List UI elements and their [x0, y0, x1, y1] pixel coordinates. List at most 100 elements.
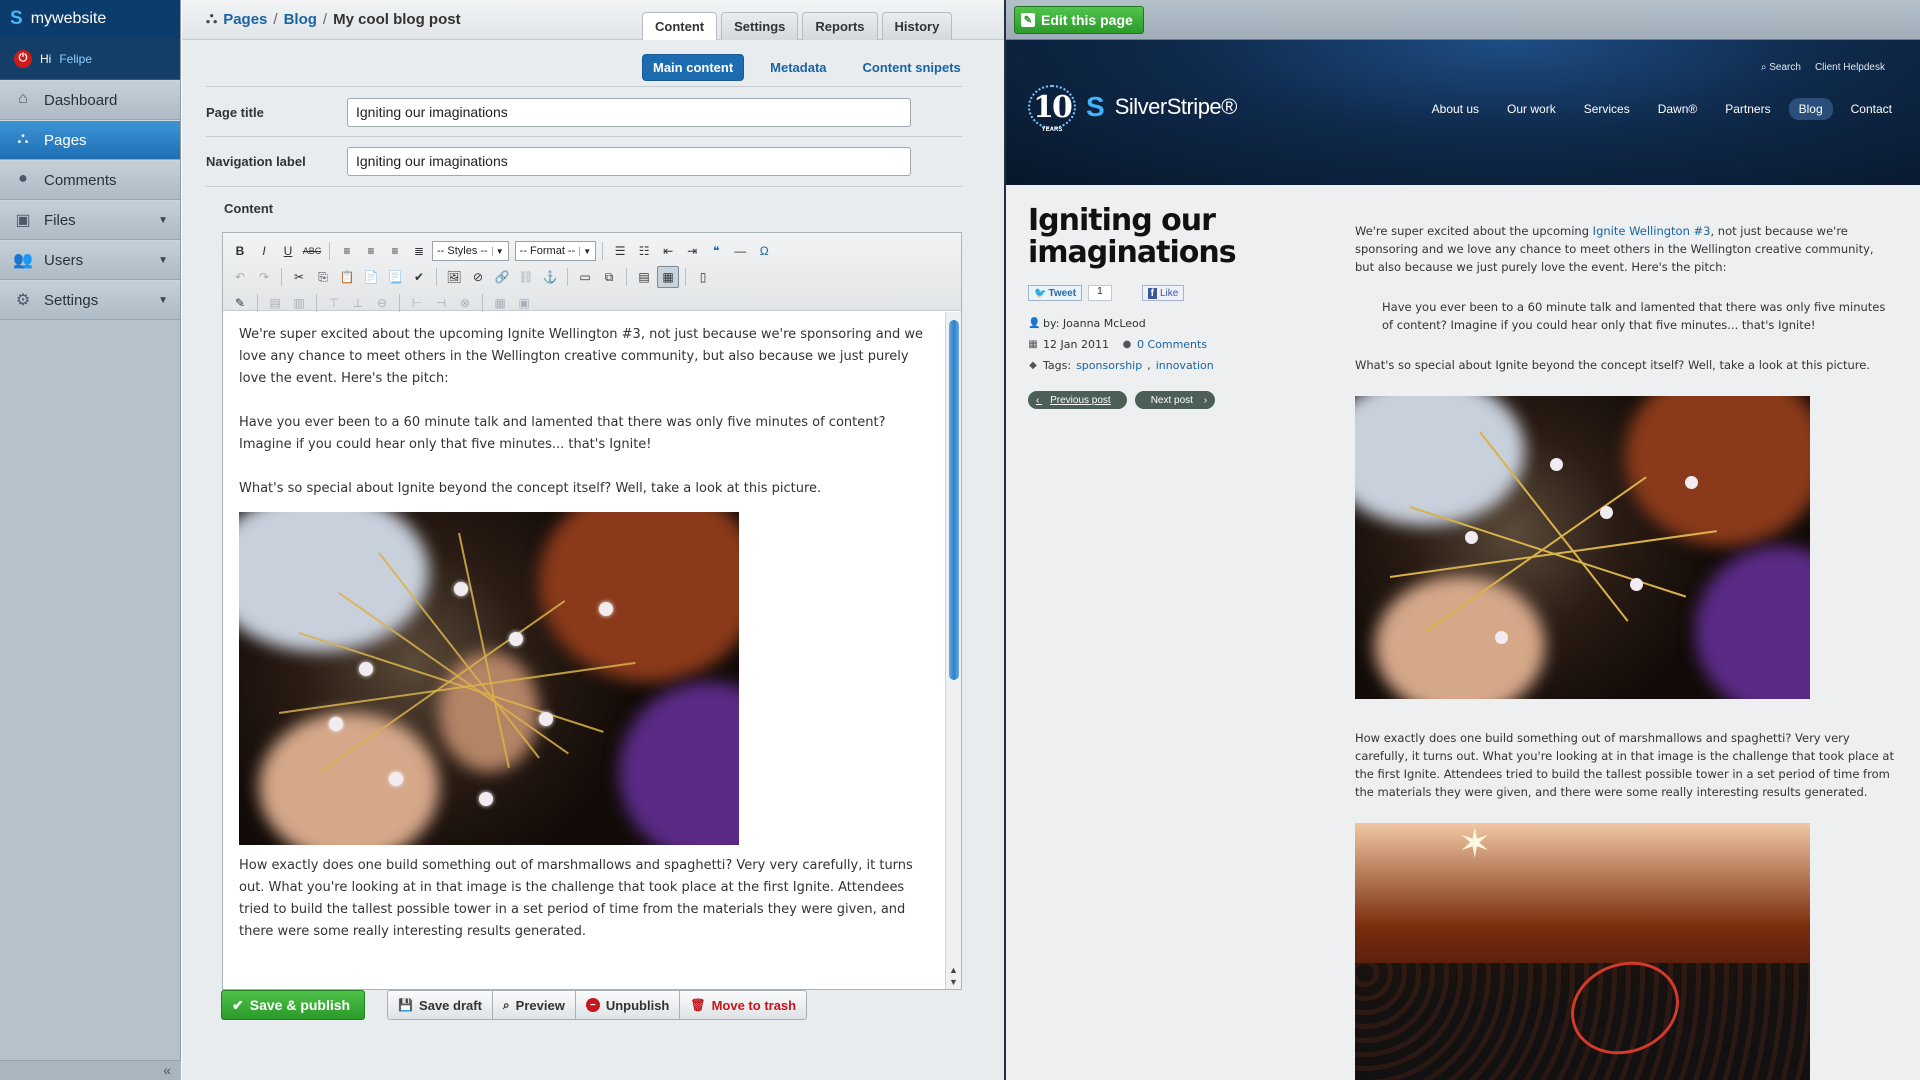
format-select[interactable]: -- Format -- ▼: [514, 241, 597, 261]
align-right-icon[interactable]: ≡: [384, 240, 406, 262]
align-justify-icon[interactable]: ≣: [408, 240, 430, 262]
bullet-list-icon[interactable]: ☰: [609, 240, 631, 262]
preview-button[interactable]: ⌕ Preview: [491, 990, 576, 1020]
visual-aid-icon[interactable]: ▤: [633, 266, 655, 288]
move-to-trash-button[interactable]: 🗑 Move to trash: [679, 990, 808, 1020]
navigation-label-field[interactable]: [347, 146, 911, 176]
site-nav-partners[interactable]: Partners: [1715, 98, 1780, 120]
italic-icon[interactable]: I: [253, 240, 275, 262]
paste-word-icon[interactable]: 📃: [384, 266, 406, 288]
tab-history[interactable]: History: [881, 12, 953, 40]
special-char-icon[interactable]: Ω: [753, 240, 775, 262]
html-source-icon[interactable]: ▭: [574, 266, 596, 288]
tag-link-innovation[interactable]: innovation: [1156, 355, 1214, 376]
paste-text-icon[interactable]: 📄: [360, 266, 382, 288]
insert-flash-icon[interactable]: ⊘: [467, 266, 489, 288]
nav-comments[interactable]: ● Comments: [0, 160, 180, 200]
fullscreen-icon[interactable]: ⧉: [598, 266, 620, 288]
spellcheck-icon[interactable]: ✔: [408, 266, 430, 288]
merge-cells-icon[interactable]: ▣: [513, 292, 535, 314]
rte-content[interactable]: We're super excited about the upcoming I…: [223, 312, 945, 989]
collapse-sidebar-button[interactable]: «: [0, 1060, 181, 1080]
chevron-down-icon[interactable]: ▼: [158, 295, 168, 306]
ignite-event-crowd-photo[interactable]: ✶: [1355, 823, 1810, 1080]
align-left-icon[interactable]: ≡: [336, 240, 358, 262]
logout-power-icon[interactable]: ⏻: [14, 49, 32, 68]
blocks-icon[interactable]: ▯: [692, 266, 714, 288]
site-logo[interactable]: 10 YEARS S SilverStripe®: [1028, 85, 1237, 133]
insert-link-icon[interactable]: 🔗: [491, 266, 513, 288]
cms-brand[interactable]: S mywebsite: [0, 0, 180, 38]
edit-this-page-button[interactable]: ✎ Edit this page: [1014, 6, 1144, 34]
blockquote-icon[interactable]: ❝: [705, 240, 727, 262]
user-name-link[interactable]: Felipe: [59, 52, 92, 66]
page-title-field[interactable]: [347, 97, 911, 127]
comments-link[interactable]: 0 Comments: [1137, 334, 1207, 355]
indent-icon[interactable]: ⇥: [681, 240, 703, 262]
table-icon[interactable]: ▦: [657, 266, 679, 288]
strikethrough-icon[interactable]: ABC: [301, 240, 323, 262]
marshmallow-spaghetti-photo[interactable]: [1355, 396, 1810, 699]
breadcrumb-blog[interactable]: Blog: [284, 11, 317, 28]
cut-icon[interactable]: ✂: [288, 266, 310, 288]
client-helpdesk-link[interactable]: Client Helpdesk: [1815, 62, 1885, 73]
site-search-link[interactable]: ⌕ Search: [1761, 62, 1801, 73]
insert-image-icon[interactable]: 🖼: [443, 266, 465, 288]
anchor-icon[interactable]: ⚓: [539, 266, 561, 288]
col-after-icon[interactable]: ⊣: [430, 292, 452, 314]
paste-icon[interactable]: 📋: [336, 266, 358, 288]
row-after-icon[interactable]: ⊥: [347, 292, 369, 314]
tab-content[interactable]: Content: [642, 12, 718, 40]
copy-icon[interactable]: ⎘: [312, 266, 334, 288]
breadcrumb-pages[interactable]: Pages: [223, 11, 267, 28]
tab-reports[interactable]: Reports: [802, 12, 878, 40]
tweet-button[interactable]: 🐦 Tweet: [1028, 285, 1083, 301]
chevron-down-icon[interactable]: ▼: [158, 255, 168, 266]
nav-dashboard[interactable]: ⌂ Dashboard: [0, 80, 180, 120]
subtab-main-content[interactable]: Main content: [642, 54, 745, 81]
ignite-wellington-link[interactable]: Ignite Wellington #3: [1593, 224, 1711, 238]
rte-scrollbar[interactable]: ▲ ▼: [945, 312, 961, 989]
scrollbar-thumb[interactable]: [949, 320, 959, 680]
unpublish-button[interactable]: − Unpublish: [574, 990, 681, 1020]
split-cells-icon[interactable]: ▦: [489, 292, 511, 314]
subtab-metadata[interactable]: Metadata: [760, 55, 836, 80]
tab-settings[interactable]: Settings: [721, 12, 799, 40]
next-post-button[interactable]: Next post ›: [1134, 391, 1216, 409]
unlink-icon[interactable]: ⛓: [515, 266, 537, 288]
col-before-icon[interactable]: ⊢: [406, 292, 428, 314]
redo-icon[interactable]: ↷: [253, 266, 275, 288]
row-before-icon[interactable]: ⊤: [323, 292, 345, 314]
site-nav-our-work[interactable]: Our work: [1497, 98, 1566, 120]
delete-col-icon[interactable]: ⊗: [454, 292, 476, 314]
numbered-list-icon[interactable]: ☷: [633, 240, 655, 262]
underline-icon[interactable]: U: [277, 240, 299, 262]
subtab-content-snippets[interactable]: Content snipets: [853, 55, 971, 80]
outdent-icon[interactable]: ⇤: [657, 240, 679, 262]
save-publish-button[interactable]: ✔ Save & publish: [221, 990, 366, 1020]
delete-row-icon[interactable]: ⊖: [371, 292, 393, 314]
site-nav-about[interactable]: About us: [1422, 98, 1489, 120]
cleanup-icon[interactable]: ✎: [229, 292, 251, 314]
undo-icon[interactable]: ↶: [229, 266, 251, 288]
nav-files[interactable]: ▣ Files ▼: [0, 200, 180, 240]
styles-select[interactable]: -- Styles -- ▼: [432, 241, 509, 261]
site-nav-blog[interactable]: Blog: [1788, 98, 1833, 120]
nav-settings[interactable]: ⚙ Settings ▼: [0, 280, 180, 320]
marshmallow-spaghetti-photo[interactable]: [239, 512, 739, 845]
cell-props-icon[interactable]: ▥: [288, 292, 310, 314]
chevron-down-icon[interactable]: ▼: [158, 215, 168, 226]
align-center-icon[interactable]: ≡: [360, 240, 382, 262]
nav-users[interactable]: 👥 Users ▼: [0, 240, 180, 280]
nav-pages[interactable]: ⛬ Pages: [0, 120, 180, 160]
previous-post-button[interactable]: ‹ Previous post: [1028, 391, 1127, 409]
bold-icon[interactable]: B: [229, 240, 251, 262]
table-props-icon[interactable]: ▤: [264, 292, 286, 314]
site-nav-services[interactable]: Services: [1574, 98, 1640, 120]
scroll-up-icon[interactable]: ▲: [949, 965, 958, 975]
save-draft-button[interactable]: 💾 Save draft: [387, 990, 493, 1020]
like-button[interactable]: f Like: [1141, 285, 1185, 301]
site-nav-contact[interactable]: Contact: [1841, 98, 1902, 120]
tag-link-sponsorship[interactable]: sponsorship: [1076, 355, 1142, 376]
scroll-down-icon[interactable]: ▼: [949, 977, 958, 987]
